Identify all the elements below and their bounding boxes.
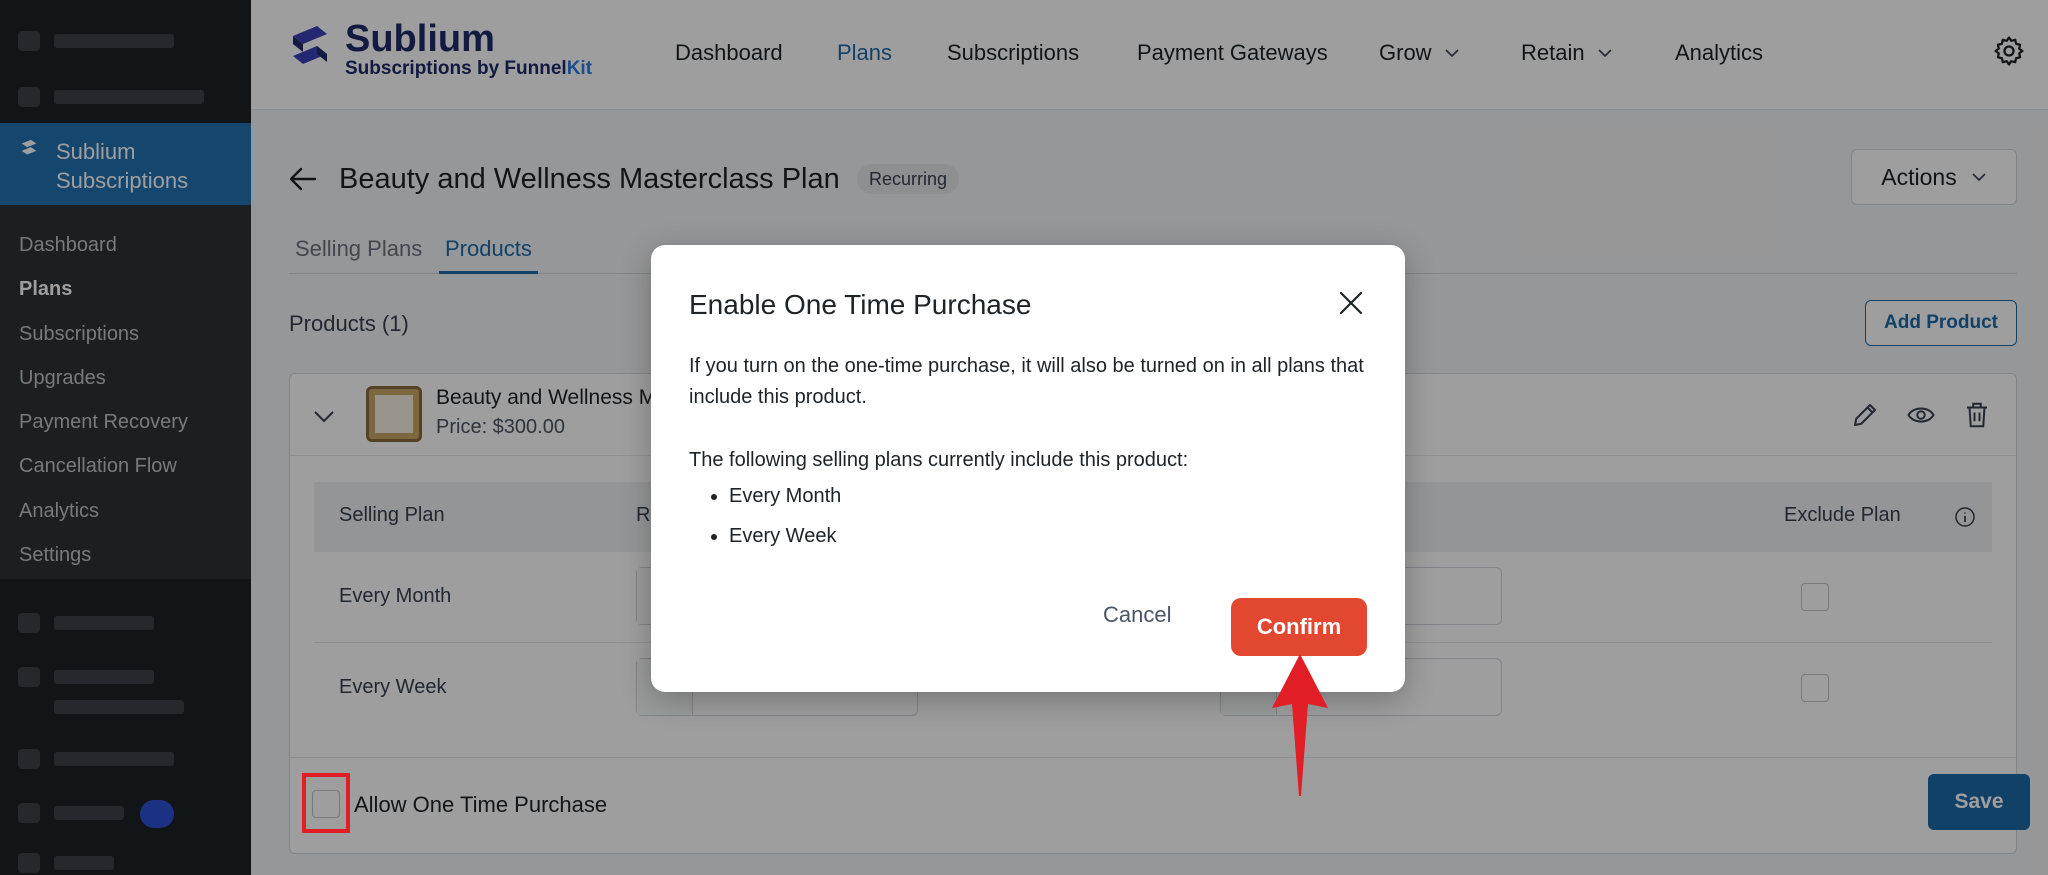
highlight-box [302,773,350,833]
confirm-button[interactable]: Confirm [1231,598,1367,656]
dialog-message: If you turn on the one-time purchase, it… [689,355,1364,408]
confirm-dialog: Enable One Time Purchase If you turn on … [651,245,1405,692]
list-item: Every Month [729,476,1379,516]
dialog-list-intro: The following selling plans currently in… [689,449,1189,471]
close-icon[interactable] [1337,289,1365,317]
dialog-body: If you turn on the one-time purchase, it… [689,351,1379,556]
plan-list: Every Month Every Week [689,476,1379,556]
cancel-button[interactable]: Cancel [1103,598,1171,632]
list-item: Every Week [729,516,1379,556]
dialog-title: Enable One Time Purchase [689,289,1032,320]
annotation-arrow-icon [1272,654,1328,796]
